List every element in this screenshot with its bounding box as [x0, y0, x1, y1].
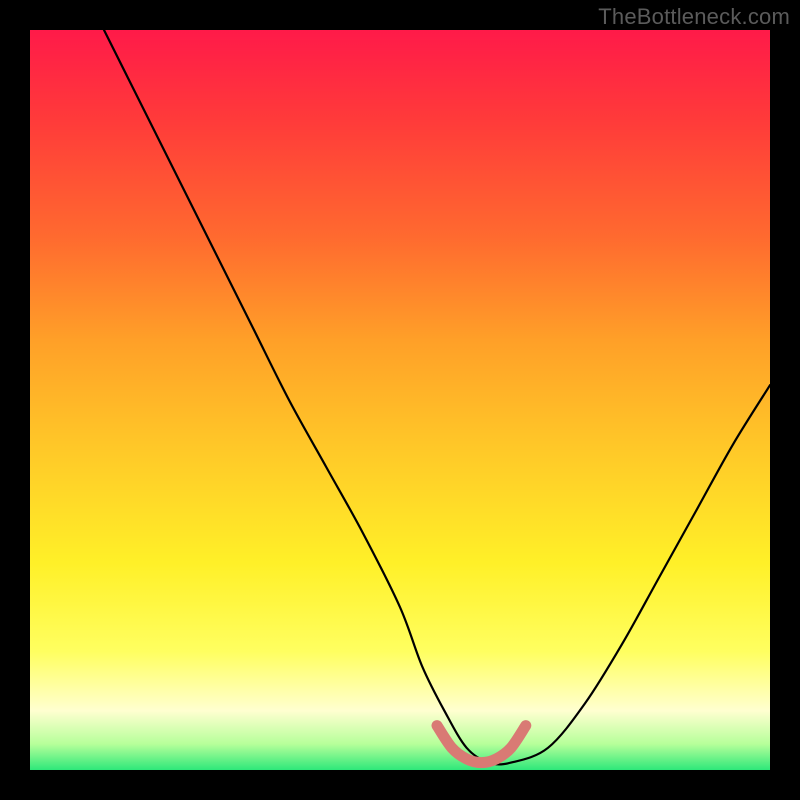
watermark-text: TheBottleneck.com [598, 4, 790, 30]
optimal-band [437, 726, 526, 763]
chart-svg-layer [0, 0, 800, 800]
bottleneck-curve [104, 30, 770, 764]
chart-frame: TheBottleneck.com [0, 0, 800, 800]
